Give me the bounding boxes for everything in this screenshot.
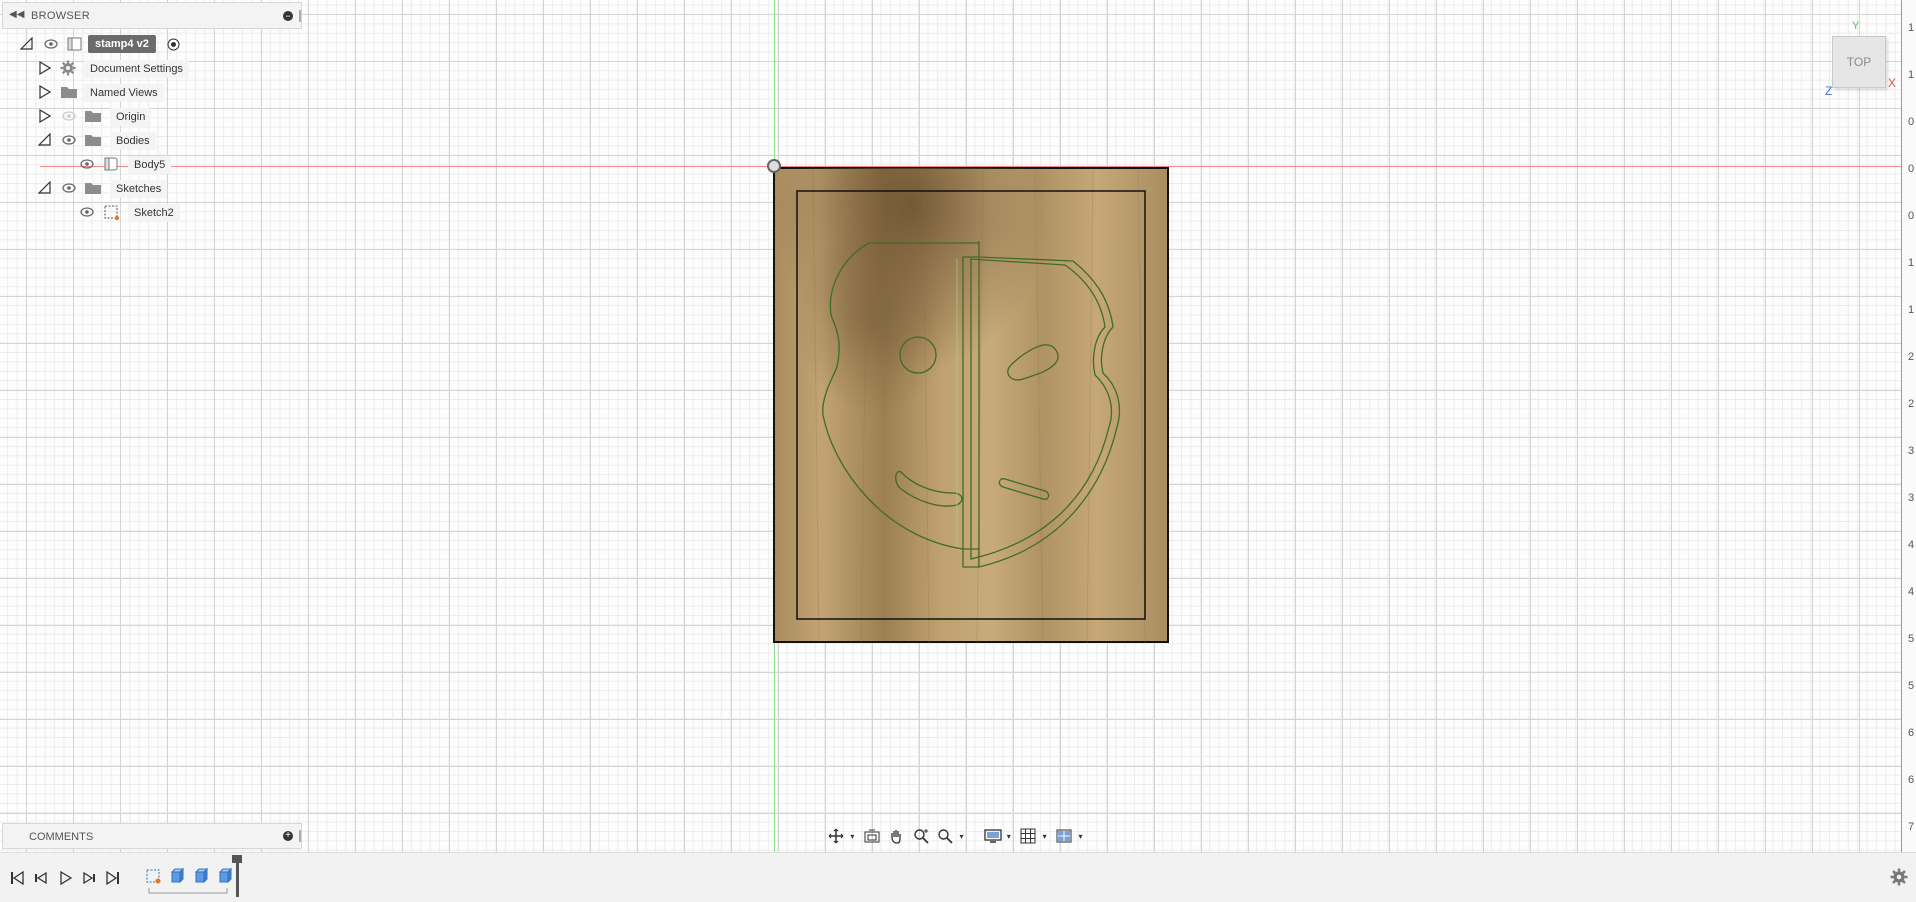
step-back-icon[interactable] (32, 869, 50, 887)
browser-item-label: Origin (110, 108, 152, 126)
comments-title: COMMENTS (29, 831, 94, 843)
minimize-panel-icon[interactable]: − (283, 11, 293, 21)
eye-icon[interactable] (44, 39, 58, 49)
ruler-tick-label: 3 (1908, 492, 1915, 504)
collapsed-triangle-icon[interactable] (38, 61, 52, 75)
expanded-triangle-icon[interactable] (38, 181, 52, 195)
folder-icon (85, 135, 101, 146)
navigation-toolbar: ▾ ▾ ▾ ▾ ▾ (826, 823, 1086, 849)
ruler-tick-label: 2 (1908, 398, 1915, 410)
ruler-tick-label: 5 (1908, 633, 1915, 645)
ruler-tick-label: 0 (1908, 163, 1915, 175)
panel-grip-icon[interactable] (299, 10, 301, 22)
browser-root-label[interactable]: stamp4 v2 (88, 35, 156, 53)
eye-icon[interactable] (80, 159, 94, 169)
component-icon (67, 37, 82, 51)
eye-icon[interactable] (62, 183, 76, 193)
stamp-model-svg[interactable] (773, 167, 1169, 643)
folder-icon (61, 87, 77, 98)
browser-title: BROWSER (31, 10, 90, 22)
ruler-tick-label: 4 (1908, 586, 1915, 598)
extrude-feature-icon[interactable] (192, 867, 210, 885)
display-settings-icon[interactable] (982, 825, 1002, 847)
ruler-tick-label: 1 (1908, 304, 1915, 316)
add-comment-icon[interactable]: + (283, 831, 293, 841)
timeline-bar (0, 852, 1916, 902)
ruler-tick-label: 6 (1908, 727, 1915, 739)
sketch-icon (104, 205, 120, 220)
ruler-tick-label: 0 (1908, 116, 1915, 128)
look-at-icon[interactable] (862, 825, 882, 847)
activate-radio-icon[interactable] (167, 38, 180, 51)
ruler-tick-label: 2 (1908, 351, 1915, 363)
stamp-body[interactable] (773, 167, 1169, 643)
eye-hidden-icon[interactable] (62, 111, 76, 121)
extrude-feature-icon[interactable] (168, 867, 186, 885)
folder-icon (85, 111, 101, 122)
folder-icon (85, 183, 101, 194)
browser-panel: ◀◀ BROWSER − stamp4 v2 Document Settings… (0, 0, 304, 240)
grid-dropdown-icon[interactable]: ▾ (1043, 832, 1050, 841)
collapse-panel-icon[interactable]: ◀◀ (9, 9, 24, 20)
grid-settings-icon[interactable] (1018, 825, 1038, 847)
pan-icon[interactable] (886, 825, 906, 847)
viewcube-y-label: Y (1852, 20, 1860, 32)
eye-icon[interactable] (62, 135, 76, 145)
expanded-triangle-icon[interactable] (20, 37, 34, 51)
viewcube-top-face[interactable]: TOP (1832, 36, 1886, 88)
skip-end-icon[interactable] (104, 869, 122, 887)
viewcube-x-label[interactable]: X (1888, 76, 1896, 90)
timeline-group-bracket (148, 888, 228, 894)
extrude-feature-icon[interactable] (216, 867, 234, 885)
browser-item-label: Sketches (110, 180, 168, 198)
collapsed-triangle-icon[interactable] (38, 109, 52, 123)
ruler-tick-label: 0 (1908, 210, 1915, 222)
origin-point-icon[interactable] (767, 159, 781, 173)
browser-item-label: Document Settings (84, 60, 189, 78)
orbit-icon[interactable] (826, 825, 846, 847)
browser-item-label: Named Views (84, 84, 164, 102)
panel-grip-icon[interactable] (299, 830, 301, 842)
ruler-tick-label: 5 (1908, 680, 1915, 692)
viewports-icon[interactable] (1054, 825, 1074, 847)
fit-icon[interactable] (935, 825, 955, 847)
collapsed-triangle-icon[interactable] (38, 85, 52, 99)
comments-panel[interactable]: COMMENTS + (2, 823, 302, 849)
step-forward-icon[interactable] (80, 869, 98, 887)
zoom-icon[interactable] (911, 825, 931, 847)
sketch-feature-icon[interactable] (144, 867, 162, 885)
play-icon[interactable] (56, 869, 74, 887)
browser-item-label: Bodies (110, 132, 156, 150)
eye-icon[interactable] (80, 207, 94, 217)
vertical-ruler: 1 1 0 0 0 1 1 2 2 3 3 4 4 5 5 6 6 7 (1901, 0, 1916, 852)
viewcube-z-label[interactable]: Z (1825, 84, 1832, 98)
ruler-tick-label: 1 (1908, 22, 1915, 34)
ruler-tick-label: 4 (1908, 539, 1915, 551)
display-dropdown-icon[interactable]: ▾ (1007, 832, 1014, 841)
browser-item-label: Sketch2 (128, 204, 180, 222)
ruler-tick-label: 6 (1908, 774, 1915, 786)
ruler-tick-label: 1 (1908, 257, 1915, 269)
timeline-marker[interactable] (232, 855, 242, 897)
viewports-dropdown-icon[interactable]: ▾ (1078, 832, 1085, 841)
zoom-dropdown-icon[interactable]: ▾ (960, 832, 967, 841)
ruler-tick-label: 7 (1908, 821, 1915, 833)
viewcube[interactable]: TOP Y X Z (1820, 18, 1900, 98)
browser-item-label: Body5 (128, 156, 172, 174)
gear-icon (60, 60, 76, 76)
gear-icon[interactable] (1890, 868, 1908, 886)
body-icon (104, 157, 118, 171)
orbit-dropdown-icon[interactable]: ▾ (850, 832, 857, 841)
skip-start-icon[interactable] (8, 869, 26, 887)
expanded-triangle-icon[interactable] (38, 133, 52, 147)
ruler-tick-label: 1 (1908, 69, 1915, 81)
ruler-tick-label: 3 (1908, 445, 1915, 457)
browser-header[interactable]: ◀◀ BROWSER − (2, 2, 302, 29)
